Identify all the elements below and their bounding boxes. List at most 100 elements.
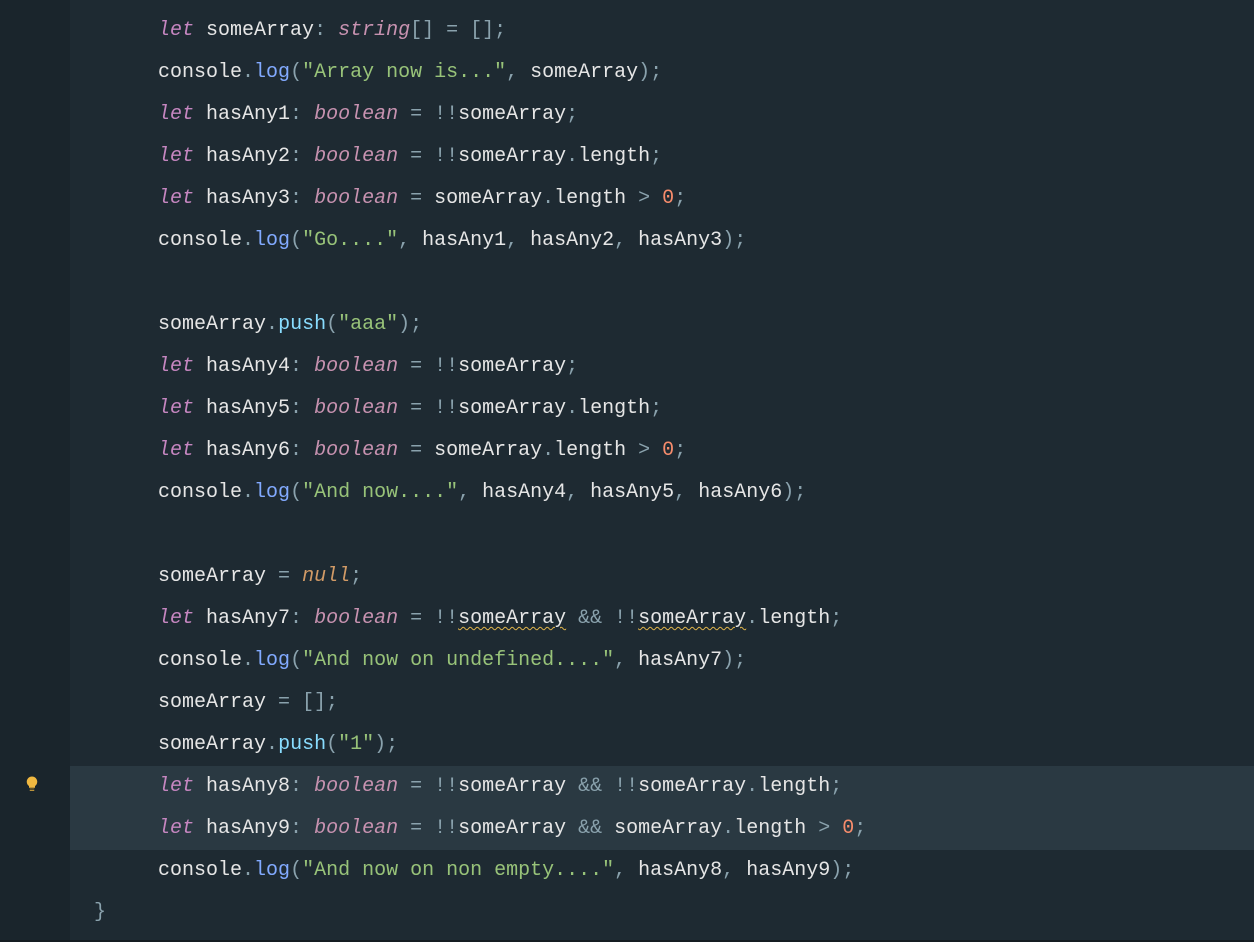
code-token: boolean	[314, 397, 398, 420]
code-line[interactable]: console.log("And now on undefined....", …	[70, 640, 1254, 682]
code-token: .	[242, 229, 254, 252]
editor-code-area[interactable]: let someArray: string[] = []; console.lo…	[70, 0, 1254, 942]
code-token: let	[158, 103, 206, 126]
code-token: boolean	[314, 817, 398, 840]
code-token: .	[722, 817, 734, 840]
code-line[interactable]: console.log("And now on non empty....", …	[70, 850, 1254, 892]
code-token: boolean	[314, 187, 398, 210]
code-token: someArray	[458, 817, 566, 840]
code-token: = [];	[266, 691, 338, 714]
code-line[interactable]	[70, 262, 1254, 304]
code-token: (	[290, 229, 302, 252]
code-token: &&	[566, 817, 614, 840]
code-token: someArray	[158, 313, 266, 336]
code-token: hasAny5	[206, 397, 290, 420]
code-token: let	[158, 19, 206, 42]
code-token: someArray	[458, 607, 566, 630]
code-token: 0	[842, 817, 854, 840]
code-token: push	[278, 313, 326, 336]
code-line[interactable]: let hasAny8: boolean = !!someArray && !!…	[70, 766, 1254, 808]
code-token: ,	[722, 859, 746, 882]
code-token: .	[242, 859, 254, 882]
code-token: ,	[614, 229, 638, 252]
code-token: .	[566, 145, 578, 168]
code-line[interactable]: let hasAny3: boolean = someArray.length …	[70, 178, 1254, 220]
code-token: length	[758, 607, 830, 630]
lightbulb-icon[interactable]	[22, 774, 42, 794]
code-line[interactable]	[70, 514, 1254, 556]
code-line[interactable]: let hasAny7: boolean = !!someArray && !!…	[70, 598, 1254, 640]
code-token: :	[290, 397, 314, 420]
code-token: let	[158, 439, 206, 462]
code-token: );	[782, 481, 806, 504]
code-token: null	[302, 565, 350, 588]
code-token: someArray	[458, 145, 566, 168]
code-token: ,	[614, 859, 638, 882]
code-token: >	[626, 187, 662, 210]
code-token: =	[398, 187, 434, 210]
code-token: someArray	[158, 733, 266, 756]
code-line[interactable]: console.log("Array now is...", someArray…	[70, 52, 1254, 94]
code-line[interactable]: }	[70, 892, 1254, 934]
code-token: ;	[350, 565, 362, 588]
code-token: .	[542, 439, 554, 462]
code-token: :	[290, 607, 314, 630]
code-token: hasAny8	[638, 859, 722, 882]
code-token: ;	[674, 187, 686, 210]
code-token: length	[758, 775, 830, 798]
code-token: :	[290, 103, 314, 126]
code-token: (	[326, 733, 338, 756]
code-token: .	[266, 733, 278, 756]
code-token: = !!	[398, 775, 458, 798]
code-token: ;	[830, 775, 842, 798]
code-token: .	[242, 61, 254, 84]
code-editor[interactable]: let someArray: string[] = []; console.lo…	[0, 0, 1254, 942]
code-token: "And now on undefined...."	[302, 649, 614, 672]
code-token: 0	[662, 187, 674, 210]
code-token: = !!	[398, 355, 458, 378]
code-token: (	[290, 859, 302, 882]
code-token: length	[578, 145, 650, 168]
code-token: "Array now is..."	[302, 61, 506, 84]
code-line[interactable]: someArray = [];	[70, 682, 1254, 724]
code-line[interactable]: let hasAny4: boolean = !!someArray;	[70, 346, 1254, 388]
code-line[interactable]: let hasAny9: boolean = !!someArray && so…	[70, 808, 1254, 850]
code-token: =	[266, 565, 302, 588]
code-token: length	[554, 187, 626, 210]
code-token: ,	[674, 481, 698, 504]
code-token: log	[254, 481, 290, 504]
code-line[interactable]: let hasAny6: boolean = someArray.length …	[70, 430, 1254, 472]
code-token: console	[158, 859, 242, 882]
code-line[interactable]: let hasAny2: boolean = !!someArray.lengt…	[70, 136, 1254, 178]
code-token: log	[254, 229, 290, 252]
code-token: .	[542, 187, 554, 210]
code-token: (	[290, 481, 302, 504]
code-line[interactable]: console.log("And now....", hasAny4, hasA…	[70, 472, 1254, 514]
code-token: (	[290, 649, 302, 672]
code-token: string	[338, 19, 410, 42]
code-line[interactable]: console.log("Go....", hasAny1, hasAny2, …	[70, 220, 1254, 262]
code-token: hasAny7	[638, 649, 722, 672]
code-line[interactable]: someArray.push("aaa");	[70, 304, 1254, 346]
code-line[interactable]: someArray.push("1");	[70, 724, 1254, 766]
code-token: length	[578, 397, 650, 420]
code-token: boolean	[314, 145, 398, 168]
code-token: log	[254, 859, 290, 882]
code-token: boolean	[314, 607, 398, 630]
code-token: ,	[458, 481, 482, 504]
code-token: hasAny9	[206, 817, 290, 840]
code-line[interactable]: someArray = null;	[70, 556, 1254, 598]
code-line[interactable]: let hasAny5: boolean = !!someArray.lengt…	[70, 388, 1254, 430]
code-token: :	[290, 145, 314, 168]
code-token: :	[290, 355, 314, 378]
code-token: let	[158, 145, 206, 168]
code-token: && !!	[566, 775, 638, 798]
code-token: hasAny3	[206, 187, 290, 210]
code-line[interactable]: let hasAny1: boolean = !!someArray;	[70, 94, 1254, 136]
code-token: hasAny7	[206, 607, 290, 630]
code-token: = !!	[398, 607, 458, 630]
code-token: "And now...."	[302, 481, 458, 504]
code-token: hasAny1	[422, 229, 506, 252]
code-token: log	[254, 61, 290, 84]
code-line[interactable]: let someArray: string[] = [];	[70, 10, 1254, 52]
